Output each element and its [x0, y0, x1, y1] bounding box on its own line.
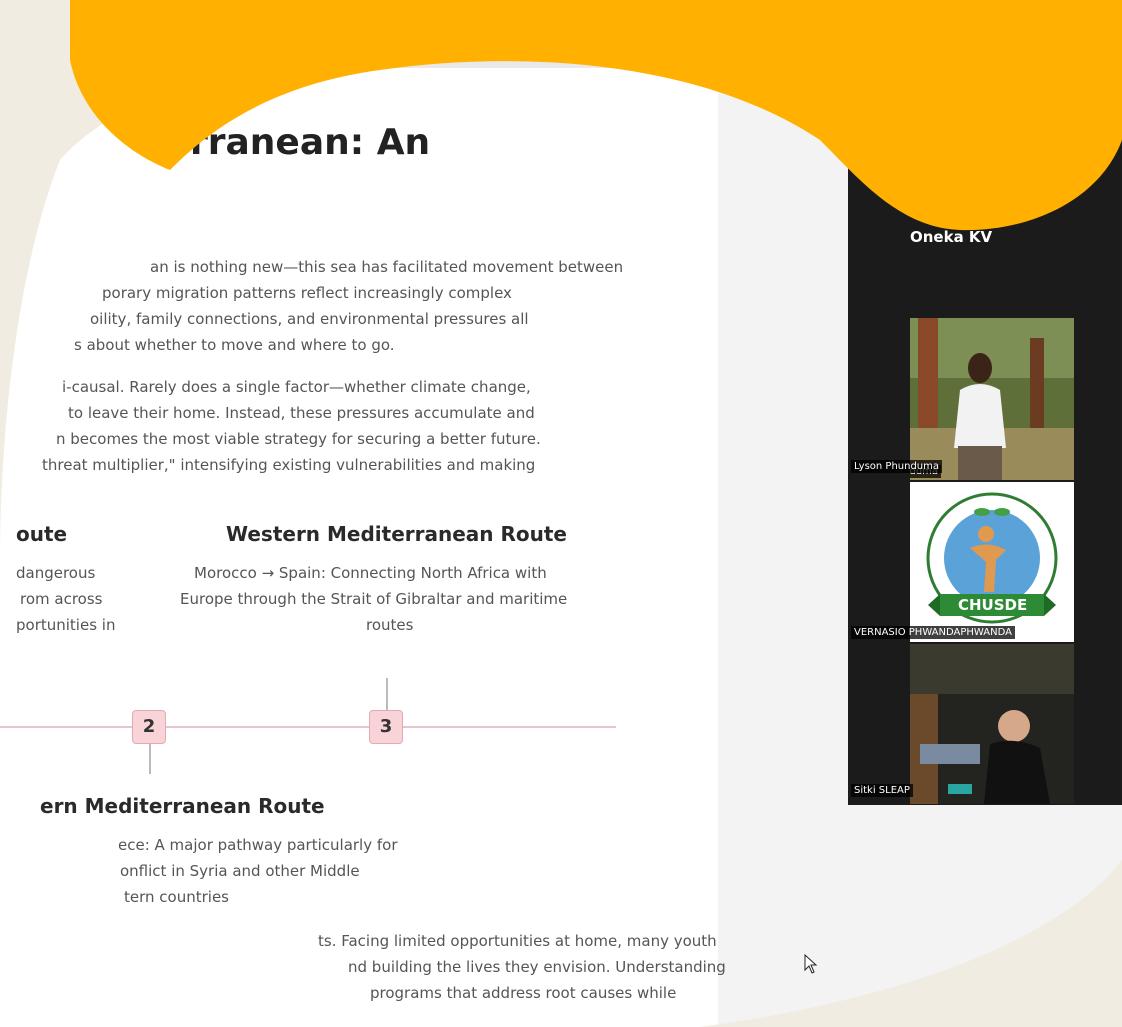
- closing-line: ts. Facing limited opportunities at home…: [318, 932, 717, 950]
- timeline-line: [0, 726, 616, 728]
- central-route-desc: dangerous: [16, 564, 96, 582]
- screen-capture: ? rranean: An an is nothing new—this sea…: [0, 0, 1122, 1027]
- central-route-desc: portunities in: [16, 616, 116, 634]
- document-title: rranean: An: [190, 122, 431, 163]
- intro-line: an is nothing new—this sea has facilitat…: [150, 258, 624, 276]
- timeline-connector: [149, 744, 151, 774]
- central-route-title: oute: [16, 522, 68, 546]
- closing-line: programs that address root causes while: [370, 984, 677, 1002]
- participant-name-label: Sitki SLEAP: [851, 784, 913, 797]
- intro-line: porary migration patterns reflect increa…: [102, 284, 512, 302]
- cursor-icon: [804, 954, 818, 974]
- stage: ? rranean: An an is nothing new—this sea…: [0, 0, 1122, 1027]
- browser-toolbar: ?: [0, 22, 1122, 68]
- eastern-route-desc: ece: A major pathway particularly for: [118, 836, 398, 854]
- intro-line: s about whether to move and where to go.: [74, 336, 395, 354]
- central-route-desc: rom across: [20, 590, 103, 608]
- participant-tile-1[interactable]: Lyson Phunduma: [910, 318, 1074, 480]
- chusde-logo-icon: [910, 482, 1074, 642]
- causes-line: n becomes the most viable strategy for s…: [56, 430, 541, 448]
- timeline-marker-3: 3: [369, 710, 403, 744]
- participant-tile-3[interactable]: [910, 644, 1074, 804]
- western-route-desc: Morocco → Spain: Connecting North Africa…: [194, 564, 547, 582]
- causes-line: to leave their home. Instead, these pres…: [68, 404, 535, 422]
- logo-wordmark: CHUSDE: [958, 596, 1028, 614]
- causes-line: threat multiplier," intensifying existin…: [42, 456, 536, 474]
- eastern-route-desc: onflict in Syria and other Middle: [120, 862, 360, 880]
- western-route-desc: routes: [366, 616, 414, 634]
- active-speaker-name: Oneka KV: [910, 228, 993, 246]
- participant-video: [910, 318, 1074, 480]
- causes-line: i-causal. Rarely does a single factor—wh…: [62, 378, 531, 396]
- eastern-route-title: ern Mediterranean Route: [40, 794, 325, 818]
- western-route-title: Western Mediterranean Route: [226, 522, 567, 546]
- participant-tile-2[interactable]: CHUSDE: [910, 482, 1074, 642]
- eastern-route-desc: tern countries: [124, 888, 229, 906]
- intro-line: oility, family connections, and environm…: [90, 310, 529, 328]
- window-top-bar: [0, 0, 1122, 22]
- action-badge: ACTION: [849, 136, 901, 151]
- participant-name-label: Lyson Phunduma: [851, 460, 942, 473]
- participant-name-label: VERNASIO PHWANDAPHWANDA: [851, 626, 1015, 639]
- participant-video: [910, 644, 1074, 804]
- closing-line: nd building the lives they envision. Und…: [348, 958, 726, 976]
- timeline-connector: [386, 678, 388, 710]
- timeline-marker-2: 2: [132, 710, 166, 744]
- western-route-desc: Europe through the Strait of Gibraltar a…: [180, 590, 568, 608]
